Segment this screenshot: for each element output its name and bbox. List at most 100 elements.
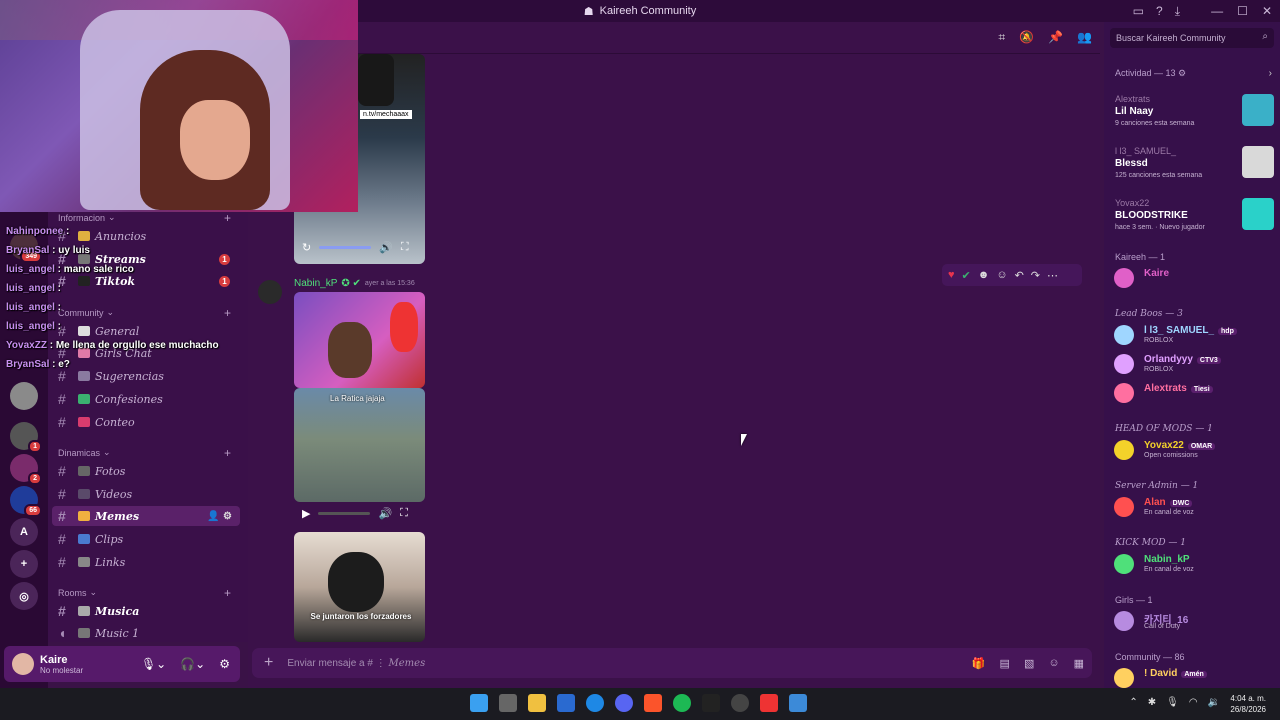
channel-memes[interactable]: # Memes 👤 ⚙ bbox=[52, 506, 240, 526]
member-row[interactable]: l l3_ SAMUEL_ hdp ROBLOX bbox=[1114, 323, 1274, 349]
channel-anuncios[interactable]: # Anuncios bbox=[52, 226, 240, 246]
wifi-icon[interactable]: ◠ bbox=[1189, 697, 1198, 708]
bluetooth-icon[interactable]: ✱ bbox=[1148, 697, 1156, 708]
add-channel-icon[interactable]: + bbox=[224, 586, 231, 600]
channel-musica[interactable]: # Musica bbox=[52, 601, 240, 621]
channel-videos[interactable]: # Videos bbox=[52, 484, 240, 504]
inbox-icon[interactable]: ▭ bbox=[1133, 4, 1144, 18]
clock[interactable]: 4:04 a. m. 26/8/2026 bbox=[1230, 693, 1266, 715]
tray-chevron-icon[interactable]: ⌃ bbox=[1129, 697, 1137, 708]
attach-plus-icon[interactable]: + bbox=[264, 654, 273, 672]
add-channel-icon[interactable]: + bbox=[224, 306, 231, 320]
threads-icon[interactable]: ⌗ bbox=[998, 30, 1005, 45]
help-icon[interactable]: ? bbox=[1156, 4, 1163, 18]
mute-bell-icon[interactable]: 🔕 bbox=[1019, 30, 1034, 45]
volume-icon[interactable]: 🔊 bbox=[378, 507, 392, 520]
sticker-icon[interactable]: ▧ bbox=[1024, 657, 1034, 670]
server-letter[interactable]: A bbox=[10, 518, 38, 546]
message-input[interactable]: Enviar mensaje a # ⋮ Memes bbox=[287, 658, 425, 669]
member-row[interactable]: Nabin_kP En canal de voz bbox=[1114, 552, 1274, 578]
replay-icon[interactable]: ↻ bbox=[302, 241, 311, 254]
gif-icon[interactable]: ▤ bbox=[1000, 657, 1010, 670]
explore-icon[interactable]: ◎ bbox=[10, 582, 38, 610]
member-row[interactable]: Alan DWC En canal de voz bbox=[1114, 495, 1274, 521]
server-icon[interactable] bbox=[10, 382, 38, 410]
more-options-icon[interactable]: ⋯ bbox=[1047, 269, 1058, 282]
channel-links[interactable]: # Links bbox=[52, 552, 240, 572]
voice-channel-music1[interactable]: ◖ Music 1 bbox=[52, 623, 240, 643]
activity-card[interactable]: Yovax22 BLOODSTRIKE hace 3 sem. · Nuevo ju… bbox=[1110, 194, 1276, 240]
channel-sugerencias[interactable]: # Sugerencias bbox=[52, 366, 240, 386]
photos-icon[interactable] bbox=[789, 694, 807, 712]
members-icon[interactable]: 👥 bbox=[1077, 30, 1092, 45]
fullscreen-icon[interactable]: ⛶ bbox=[401, 241, 409, 254]
server-icon[interactable]: 66 bbox=[10, 486, 42, 517]
maximize-button[interactable]: ☐ bbox=[1237, 4, 1248, 18]
gift-icon[interactable]: 🎁 bbox=[972, 657, 986, 670]
member-row[interactable]: Alextrats Tiesi bbox=[1114, 381, 1274, 407]
emoji-reaction-icon[interactable]: ☻ bbox=[978, 269, 990, 281]
windows-start-icon[interactable] bbox=[470, 694, 488, 712]
message-avatar[interactable] bbox=[258, 280, 282, 304]
channel-conteo[interactable]: # Conteo bbox=[52, 412, 240, 432]
category-community[interactable]: Community ⌄ + bbox=[58, 306, 231, 320]
brave-icon[interactable] bbox=[644, 694, 662, 712]
discord-icon[interactable] bbox=[615, 694, 633, 712]
member-row[interactable]: 카지티_16 Call of Duty bbox=[1114, 609, 1274, 635]
app-red-icon[interactable] bbox=[760, 694, 778, 712]
fullscreen-icon[interactable]: ⛶ bbox=[400, 507, 408, 520]
add-server-icon[interactable]: + bbox=[10, 550, 38, 578]
category-dynamics[interactable]: Dinamicas ⌄ + bbox=[58, 446, 231, 460]
channel-fotos[interactable]: # Fotos bbox=[52, 461, 240, 481]
minimize-button[interactable]: — bbox=[1211, 4, 1223, 18]
settings-gear-icon[interactable]: ⚙ bbox=[219, 657, 230, 671]
member-row[interactable]: Yovax22 OMAR Open comissions bbox=[1114, 438, 1274, 464]
category-rooms[interactable]: Rooms ⌄ + bbox=[58, 586, 231, 600]
category-info[interactable]: Informacion ⌄ + bbox=[58, 211, 231, 225]
volume-tray-icon[interactable]: 🔉 bbox=[1208, 697, 1220, 708]
server-icon[interactable]: 1 bbox=[10, 422, 42, 453]
add-channel-icon[interactable]: + bbox=[224, 446, 231, 460]
microphone-icon[interactable]: 🎙⌄ bbox=[141, 657, 166, 671]
video-embed[interactable]: La Ratica jajaja bbox=[294, 388, 425, 502]
channel-general[interactable]: # General bbox=[52, 321, 240, 341]
activity-card[interactable]: l l3_ SAMUEL_ Blessd 125 canciones esta se… bbox=[1110, 142, 1276, 188]
play-icon[interactable]: ▶ bbox=[302, 507, 310, 520]
channel-confesiones[interactable]: # Confesiones bbox=[52, 389, 240, 409]
member-row[interactable]: Kaire bbox=[1114, 266, 1274, 292]
check-reaction-icon[interactable]: ✔ bbox=[962, 269, 971, 282]
heart-reaction-icon[interactable]: ♥ bbox=[948, 269, 955, 281]
emoji-icon[interactable]: ☺ bbox=[1048, 657, 1059, 670]
message-author[interactable]: Nabin_kP bbox=[294, 278, 337, 289]
channel-clips[interactable]: # Clips bbox=[52, 529, 240, 549]
pin-icon[interactable]: 📌 bbox=[1048, 30, 1063, 45]
edge-icon[interactable] bbox=[586, 694, 604, 712]
video-embed[interactable] bbox=[294, 292, 425, 388]
terminal-icon[interactable] bbox=[702, 694, 720, 712]
obs-icon[interactable] bbox=[731, 694, 749, 712]
video-embed[interactable]: Se juntaron los forzadores bbox=[294, 532, 425, 642]
add-channel-icon[interactable]: + bbox=[224, 211, 231, 225]
volume-icon[interactable]: 🔊 bbox=[379, 241, 393, 254]
headphones-icon[interactable]: 🎧⌄ bbox=[180, 657, 205, 671]
store-icon[interactable] bbox=[557, 694, 575, 712]
member-row[interactable]: Orlandyyy CTV3 ROBLOX bbox=[1114, 352, 1274, 378]
activity-card[interactable]: Alextrats Lil Naay 9 canciones esta semana bbox=[1110, 90, 1276, 136]
search-input[interactable]: Buscar Kaireeh Community ⌕ bbox=[1110, 28, 1274, 48]
message-composer[interactable]: + Enviar mensaje a # ⋮ Memes 🎁 ▤ ▧ ☺ ▦ bbox=[252, 648, 1092, 678]
apps-icon[interactable]: ▦ bbox=[1074, 657, 1084, 670]
avatar[interactable] bbox=[12, 653, 34, 675]
spotify-icon[interactable] bbox=[673, 694, 691, 712]
download-icon[interactable]: ⤓ bbox=[1175, 4, 1180, 19]
forward-icon[interactable]: ↷ bbox=[1031, 269, 1040, 282]
file-explorer-icon[interactable] bbox=[528, 694, 546, 712]
video-progress-bar[interactable] bbox=[319, 245, 372, 249]
mic-tray-icon[interactable]: 🎙 bbox=[1166, 697, 1179, 708]
video-progress-bar[interactable] bbox=[318, 511, 371, 515]
close-button[interactable]: ✕ bbox=[1262, 4, 1272, 18]
add-reaction-icon[interactable]: ☺ bbox=[996, 269, 1007, 281]
server-icon[interactable]: 2 bbox=[10, 454, 42, 485]
collapse-chevron-icon[interactable]: › bbox=[1269, 68, 1272, 79]
reply-icon[interactable]: ↶ bbox=[1015, 269, 1024, 282]
task-view-icon[interactable] bbox=[499, 694, 517, 712]
